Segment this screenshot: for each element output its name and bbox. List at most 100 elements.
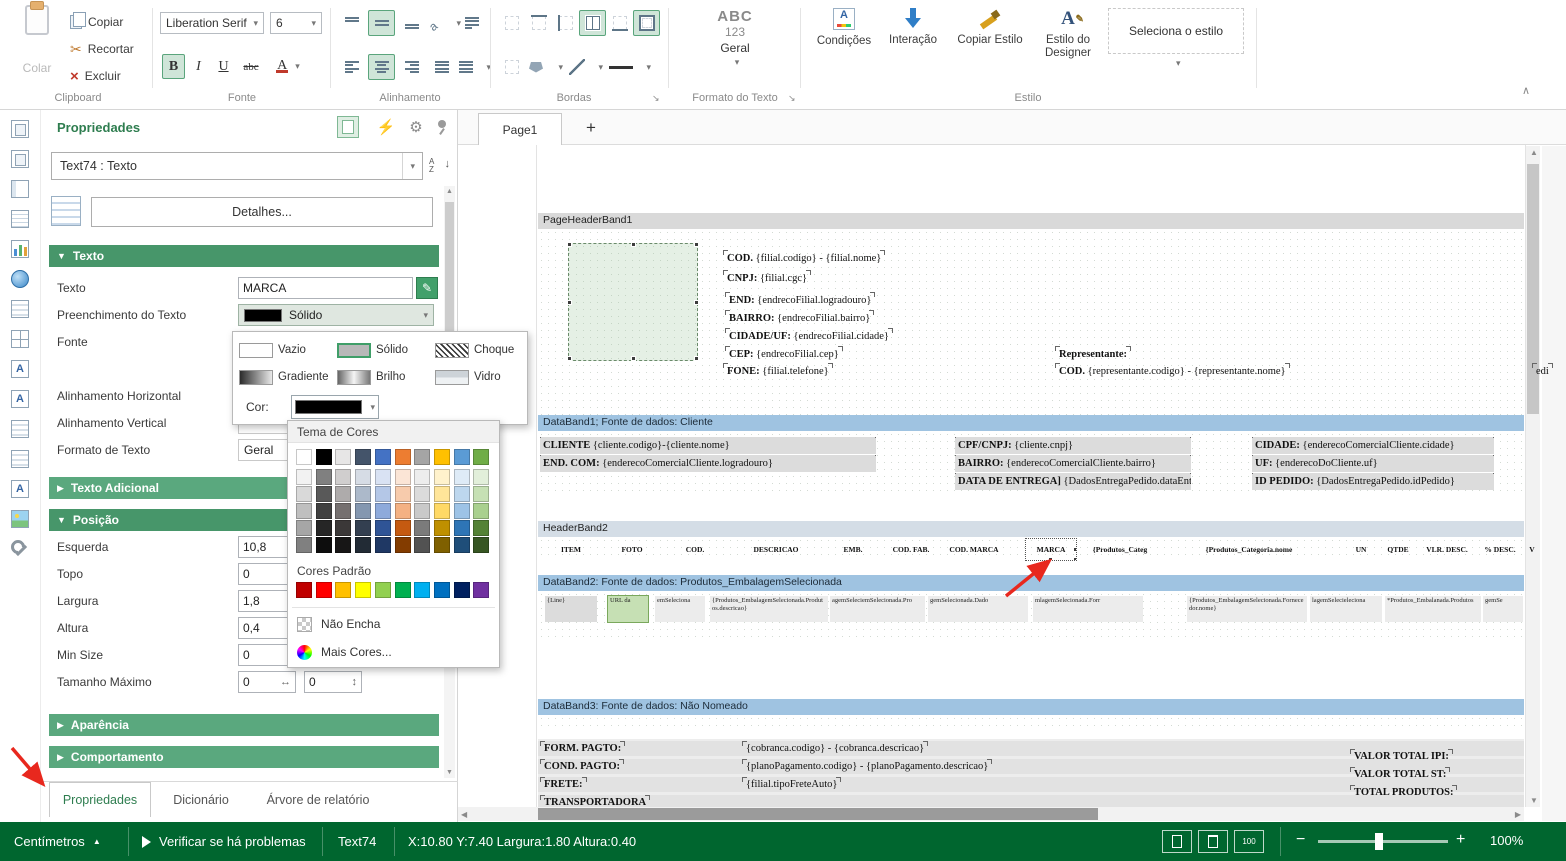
selection-handle[interactable] <box>1073 539 1076 540</box>
standard-color-swatch[interactable] <box>473 582 489 598</box>
tint-color-swatch[interactable] <box>355 503 371 519</box>
tint-color-swatch[interactable] <box>414 537 430 553</box>
theme-color-swatch[interactable] <box>414 449 430 465</box>
standard-color-swatch[interactable] <box>296 582 312 598</box>
scroll-right-icon[interactable]: ▶ <box>1515 810 1521 819</box>
selection-handle[interactable] <box>1026 539 1027 540</box>
cut-button[interactable]: ✂ Recortar <box>70 38 134 60</box>
column-header[interactable]: % DESC. <box>1476 539 1524 560</box>
designer-style-button[interactable]: A Estilo doDesigner <box>1036 8 1100 60</box>
band-pageheader-title[interactable]: PageHeaderBand1 <box>538 213 1524 229</box>
scroll-down-icon[interactable]: ▼ <box>1530 796 1538 805</box>
tint-color-swatch[interactable] <box>414 520 430 536</box>
column-header[interactable]: VLR. DESC. <box>1420 539 1474 560</box>
tint-color-swatch[interactable] <box>316 469 332 485</box>
tint-color-swatch[interactable] <box>335 469 351 485</box>
band-data3-content[interactable] <box>538 715 1524 729</box>
standard-color-swatch[interactable] <box>335 582 351 598</box>
strikethrough-button[interactable]: abc <box>237 54 265 79</box>
fill-type-dropdown[interactable]: Sólido ▾ <box>238 304 434 326</box>
fill-option-solid[interactable]: Sólido <box>337 340 408 360</box>
text-format-dialog-launcher-icon[interactable]: ↘ <box>788 93 796 104</box>
report-field[interactable]: FRETE: <box>544 777 583 793</box>
report-field[interactable]: FONE: {filial.telefone} <box>727 363 829 380</box>
chart-component-icon[interactable] <box>11 240 29 258</box>
report-field[interactable]: CIDADE: {enderecoComercialCliente.cidade… <box>1252 437 1494 454</box>
report-field[interactable]: {cobranca.codigo} - {cobranca.descricao} <box>746 741 924 757</box>
color-dropdown[interactable]: ▾ <box>291 395 379 419</box>
column-header[interactable]: MARCA <box>1026 539 1076 560</box>
texto-input[interactable]: MARCA <box>238 277 413 299</box>
tint-color-swatch[interactable] <box>296 486 312 502</box>
theme-color-swatch[interactable] <box>335 449 351 465</box>
scroll-up-icon[interactable]: ▲ <box>1530 148 1538 157</box>
text-wrap-button[interactable] <box>458 10 485 36</box>
theme-color-swatch[interactable] <box>434 449 450 465</box>
tint-color-swatch[interactable] <box>395 520 411 536</box>
report-field[interactable]: CIDADE/UF: {endrecoFilial.cidade} <box>729 328 889 345</box>
standard-color-swatch[interactable] <box>414 582 430 598</box>
tint-color-swatch[interactable] <box>434 486 450 502</box>
report-field[interactable]: FORM. PAGTO: <box>544 741 621 757</box>
dictionary-panel-icon[interactable] <box>11 210 29 228</box>
tint-color-swatch[interactable] <box>473 537 489 553</box>
no-fill-option[interactable]: Não Encha <box>288 611 499 637</box>
fill-option-empty[interactable]: Vazio <box>239 340 306 360</box>
column-header[interactable]: ITEM <box>542 539 600 560</box>
column-header[interactable]: DESCRICAO <box>728 539 824 560</box>
text-format-button[interactable]: ABC 123 Geral ▾ <box>672 8 798 68</box>
scroll-left-icon[interactable]: ◀ <box>461 810 467 819</box>
report-field[interactable]: END. COM: {enderecoComercialCliente.logr… <box>540 455 876 472</box>
report-field[interactable]: COD. {filial.codigo} - {filial.nome} <box>727 250 881 267</box>
add-page-button[interactable]: + <box>578 115 604 141</box>
sort-az-icon[interactable]: AZ <box>429 156 451 178</box>
panel-component-icon[interactable] <box>11 420 29 438</box>
globe-component-icon[interactable] <box>11 270 29 288</box>
report-field[interactable]: TOTAL PRODUTOS: <box>1354 785 1453 801</box>
tint-color-swatch[interactable] <box>473 520 489 536</box>
bold-button[interactable]: B <box>162 54 185 79</box>
data-cell[interactable]: URL da <box>608 596 648 622</box>
selection-handle[interactable] <box>694 356 699 361</box>
richtext-component-icon[interactable] <box>11 480 29 498</box>
tint-color-swatch[interactable] <box>473 469 489 485</box>
report-field[interactable]: CPF/CNPJ: {cliente.cnpj} <box>955 437 1191 454</box>
tint-color-swatch[interactable] <box>296 537 312 553</box>
column-header[interactable]: UN <box>1346 539 1376 560</box>
line-spacing-button[interactable]: ▾ <box>458 54 492 80</box>
fill-option-hatch[interactable]: Choque <box>435 340 514 360</box>
report-field[interactable]: BAIRRO: {endrecoFilial.bairro} <box>729 310 870 327</box>
report-field[interactable]: BAIRRO: {enderecoComercialCliente.bairro… <box>955 455 1191 472</box>
column-header[interactable]: {Produtos_Categ <box>1088 539 1152 560</box>
data-cell[interactable]: {Line} <box>545 596 597 622</box>
report-field[interactable]: TRANSPORTADORA <box>544 795 646 811</box>
border-all-button[interactable] <box>579 10 606 36</box>
theme-color-swatch[interactable] <box>316 449 332 465</box>
edit-expression-button[interactable]: ✎ <box>416 277 438 299</box>
details-button[interactable]: Detalhes... <box>91 197 433 227</box>
scroll-up-icon[interactable]: ▲ <box>444 188 455 195</box>
select-style-box[interactable]: Seleciona o estilo <box>1108 8 1244 54</box>
paste-button[interactable]: Colar <box>14 0 60 80</box>
panel-mode-icon[interactable] <box>337 116 359 138</box>
textbox-component-icon[interactable] <box>11 390 29 408</box>
vertical-scrollbar[interactable]: ▲ ▼ <box>1526 146 1540 807</box>
theme-color-swatch[interactable] <box>375 449 391 465</box>
border-none-button[interactable] <box>498 10 525 36</box>
label-component-icon[interactable] <box>11 360 29 378</box>
tint-color-swatch[interactable] <box>296 503 312 519</box>
tint-color-swatch[interactable] <box>296 469 312 485</box>
tint-color-swatch[interactable] <box>395 486 411 502</box>
tint-color-swatch[interactable] <box>355 520 371 536</box>
data-cell[interactable]: gemSelecionada.Dado <box>928 596 1028 622</box>
image-component-icon[interactable] <box>11 510 29 528</box>
data-cell[interactable]: {Produtos_EmbalagemSelecionada.Produtos.… <box>710 596 828 622</box>
rotate-text-button[interactable]: ▾ <box>428 10 462 36</box>
tint-color-swatch[interactable] <box>414 503 430 519</box>
report-field[interactable]: DATA DE ENTREGA] {DadosEntregaPedido.dat… <box>955 473 1191 490</box>
data-cell[interactable]: agemSeleciemSelecionada.Pro <box>830 596 925 622</box>
section-aparencia[interactable]: ▶Aparência <box>49 714 439 736</box>
standard-color-swatch[interactable] <box>316 582 332 598</box>
conditions-button[interactable]: A Condições <box>812 8 876 47</box>
report-field[interactable]: CLIENTE {cliente.codigo}-{cliente.nome} <box>540 437 876 454</box>
